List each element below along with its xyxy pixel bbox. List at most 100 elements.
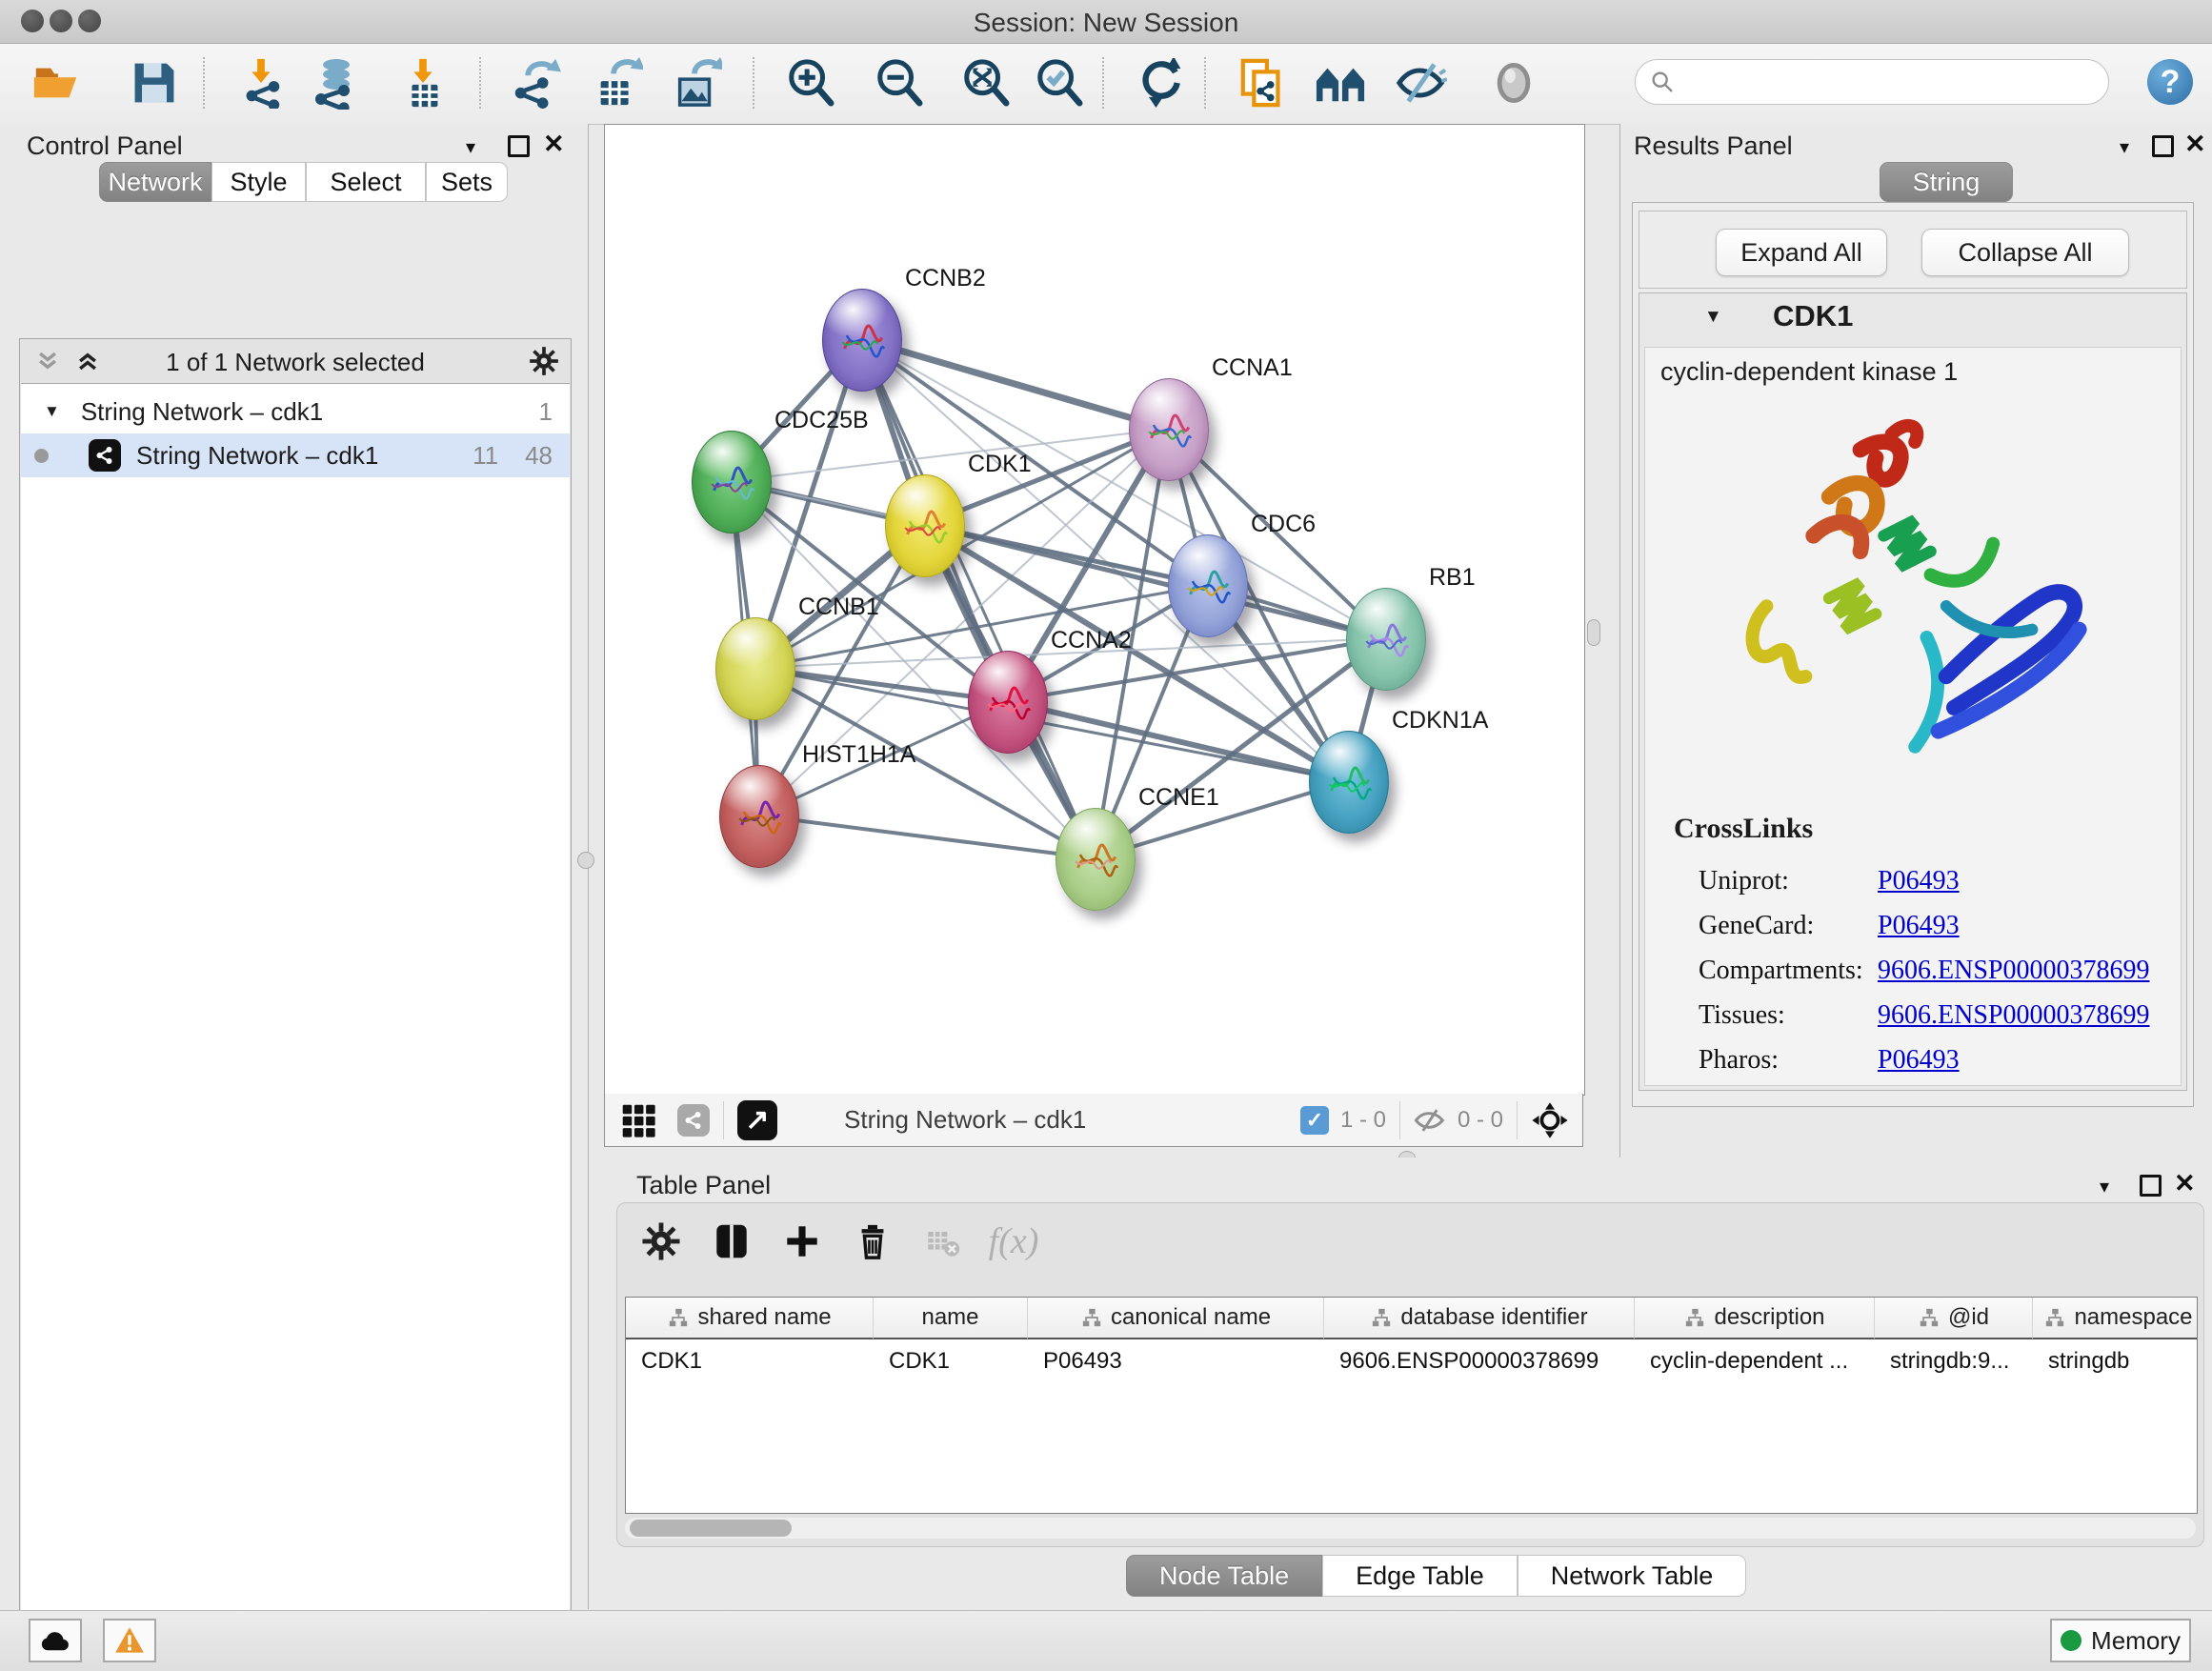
column-header-canonicalname[interactable]: canonical name <box>1028 1298 1324 1339</box>
control-panel-float-icon[interactable] <box>508 135 530 157</box>
cloud-status-button[interactable] <box>29 1619 82 1662</box>
search-field[interactable] <box>1635 59 2109 105</box>
node-CCNE1[interactable] <box>1056 808 1136 911</box>
center-view-icon[interactable] <box>1531 1101 1569 1139</box>
status-bar: Memory <box>0 1610 2212 1671</box>
table-settings-button[interactable] <box>634 1217 688 1266</box>
tab-string[interactable]: String <box>1880 162 2013 202</box>
memory-button[interactable]: Memory <box>2050 1619 2191 1662</box>
results-panel-float-icon[interactable] <box>2152 135 2174 157</box>
copy-documents-button[interactable] <box>1236 55 1291 111</box>
node-CDC25B[interactable] <box>692 431 772 534</box>
selected-checkbox[interactable]: ✓ <box>1300 1106 1329 1135</box>
node-CCNB1[interactable] <box>715 617 795 720</box>
node-RB1[interactable] <box>1346 588 1426 691</box>
column-header-databaseidentifier[interactable]: database identifier <box>1324 1298 1635 1339</box>
export-network-button[interactable] <box>508 55 563 111</box>
crosslink-link[interactable]: P06493 <box>1878 1045 1960 1076</box>
table-panel-close-icon[interactable]: ✕ <box>2174 1171 2196 1197</box>
control-panel-close-icon[interactable]: ✕ <box>543 131 565 157</box>
cell-id[interactable]: stringdb:9... <box>1875 1341 2033 1381</box>
collapse-all-button[interactable]: Collapse All <box>1921 229 2129 276</box>
node-label-CCNA1: CCNA1 <box>1212 354 1293 382</box>
import-network-database-button[interactable] <box>305 55 360 111</box>
tab-network-table[interactable]: Network Table <box>1518 1555 1747 1597</box>
column-header-sharedname[interactable]: shared name <box>626 1298 874 1339</box>
results-panel-close-icon[interactable]: ✕ <box>2184 131 2206 157</box>
crosslink-link[interactable]: P06493 <box>1878 866 1960 896</box>
first-neighbors-button[interactable] <box>1313 55 1368 111</box>
node-ribbon-image <box>1321 762 1377 806</box>
column-header-name[interactable]: name <box>874 1298 1028 1339</box>
add-column-button[interactable] <box>775 1217 829 1266</box>
import-table-file-button[interactable] <box>395 55 451 111</box>
right-splitter-handle[interactable] <box>1587 619 1600 646</box>
network-row[interactable]: String Network – cdk1 11 48 <box>21 433 570 477</box>
search-input[interactable] <box>1676 68 2108 96</box>
node-CDKN1A[interactable] <box>1309 731 1389 834</box>
import-network-file-button[interactable] <box>233 55 289 111</box>
network-options-gear-icon[interactable] <box>529 346 559 376</box>
table-scrollbar-thumb[interactable] <box>630 1520 792 1537</box>
tab-edge-table[interactable]: Edge Table <box>1322 1555 1518 1597</box>
expand-all-button[interactable]: Expand All <box>1716 229 1887 276</box>
warnings-button[interactable] <box>103 1619 156 1662</box>
collection-expander-icon[interactable]: ▼ <box>44 402 60 421</box>
export-table-button[interactable] <box>590 55 645 111</box>
node-ribbon-image <box>1180 566 1236 610</box>
refresh-button[interactable] <box>1134 55 1189 111</box>
cell-canonicalname[interactable]: P06493 <box>1028 1341 1324 1381</box>
tab-select[interactable]: Select <box>306 162 426 202</box>
table-panel-float-icon[interactable] <box>2140 1175 2162 1197</box>
table-panel-menu-icon[interactable]: ▾ <box>2100 1175 2109 1198</box>
node-CCNA1[interactable] <box>1129 378 1209 481</box>
column-header-namespace[interactable]: namespace <box>2033 1298 2198 1339</box>
cell-databaseidentifier[interactable]: 9606.ENSP00000378699 <box>1324 1341 1635 1381</box>
tab-style[interactable]: Style <box>211 162 306 202</box>
delete-table-button[interactable] <box>916 1217 970 1266</box>
cell-description[interactable]: cyclin-dependent ... <box>1635 1341 1875 1381</box>
birdseye-grid-icon[interactable] <box>620 1102 656 1138</box>
zoom-in-button[interactable] <box>783 55 838 111</box>
node-CDC6[interactable] <box>1168 534 1248 637</box>
entry-expander-icon[interactable]: ▼ <box>1704 307 1722 328</box>
node-CCNA2[interactable] <box>968 651 1048 754</box>
cell-sharedname[interactable]: CDK1 <box>626 1341 874 1381</box>
cell-name[interactable]: CDK1 <box>874 1341 1028 1381</box>
zoom-fit-button[interactable] <box>958 55 1014 111</box>
results-panel-menu-icon[interactable]: ▾ <box>2120 135 2129 159</box>
show-columns-button[interactable] <box>705 1217 758 1266</box>
open-session-button[interactable] <box>29 55 84 111</box>
zoom-out-button[interactable] <box>872 55 927 111</box>
delete-column-button[interactable] <box>846 1217 899 1266</box>
hide-selected-button[interactable] <box>1394 55 1449 111</box>
network-canvas[interactable]: CCNB2CCNA1CDC25BCDK1CDC6RB1CCNB1CCNA2CDK… <box>604 124 1585 1096</box>
node-CCNB2[interactable] <box>822 289 902 392</box>
column-header-description[interactable]: description <box>1635 1298 1875 1339</box>
left-splitter-handle[interactable] <box>577 852 594 869</box>
show-all-button[interactable] <box>1486 55 1541 111</box>
control-panel-menu-icon[interactable]: ▾ <box>466 135 475 159</box>
function-builder-button[interactable]: f(x) <box>987 1217 1040 1266</box>
crosslink-link[interactable]: 9606.ENSP00000378699 <box>1878 956 2149 986</box>
table-horizontal-scrollbar[interactable] <box>625 1518 2196 1539</box>
network-overview-icon[interactable] <box>677 1104 710 1137</box>
tab-network[interactable]: Network <box>99 162 211 202</box>
save-session-button[interactable] <box>127 55 182 111</box>
node-HIST1H1A[interactable] <box>719 765 799 868</box>
network-collection-row[interactable]: ▼ String Network – cdk1 1 <box>21 390 570 433</box>
node-CDK1[interactable] <box>885 474 965 577</box>
node-ribbon-image <box>704 462 759 506</box>
column-header-id[interactable]: @id <box>1875 1298 2033 1339</box>
hidden-eye-slash-icon[interactable] <box>1414 1106 1446 1135</box>
zoom-selected-button[interactable] <box>1032 55 1087 111</box>
cell-namespace[interactable]: stringdb <box>2033 1341 2198 1381</box>
tab-sets[interactable]: Sets <box>426 162 508 202</box>
open-view-button[interactable]: ↗ <box>737 1100 777 1140</box>
export-image-button[interactable] <box>669 55 724 111</box>
crosslink-link[interactable]: 9606.ENSP00000378699 <box>1878 1000 2149 1031</box>
netbar-separator <box>1517 1101 1518 1139</box>
tab-node-table[interactable]: Node Table <box>1126 1555 1322 1597</box>
help-button[interactable]: ? <box>2147 59 2193 105</box>
crosslink-link[interactable]: P06493 <box>1878 911 1960 941</box>
